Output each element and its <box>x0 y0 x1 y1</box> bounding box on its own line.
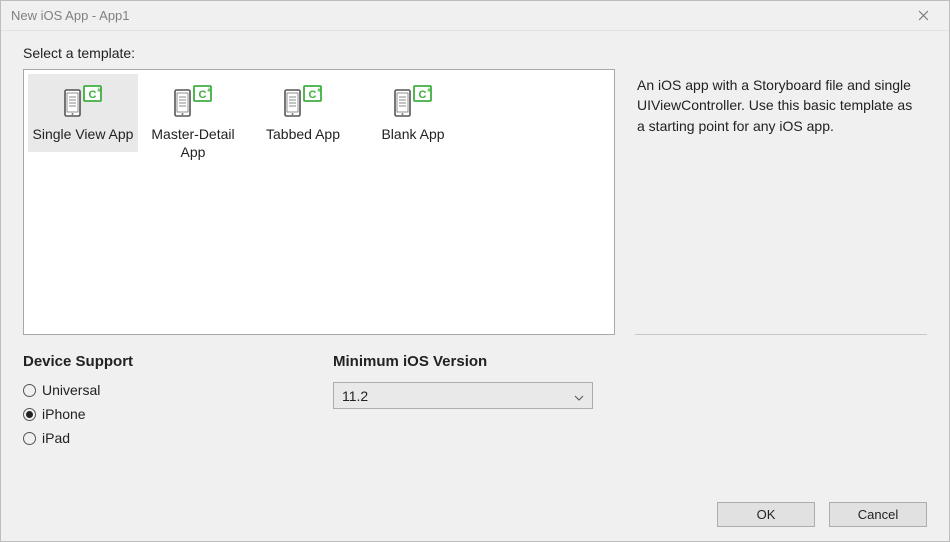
mid-row: C # Single View App C # Master-Detail Ap… <box>23 69 927 335</box>
device-radio-label: Universal <box>42 382 100 398</box>
dialog-body: Select a template: C # Single View App C… <box>1 31 949 492</box>
window-title: New iOS App - App1 <box>11 8 130 23</box>
template-item-tabbed[interactable]: C # Tabbed App <box>248 74 358 152</box>
device-radio-ipad[interactable]: iPad <box>23 426 333 450</box>
close-icon <box>918 10 929 21</box>
device-radio-label: iPhone <box>42 406 86 422</box>
min-ios-value: 11.2 <box>342 388 368 404</box>
ok-button[interactable]: OK <box>717 502 815 527</box>
radio-icon <box>23 432 36 445</box>
svg-text:C: C <box>309 89 317 101</box>
svg-text:C: C <box>199 89 207 101</box>
device-support-group: Device Support Universal iPhone iPad <box>23 353 333 450</box>
template-icon: C # <box>173 84 213 118</box>
device-radio-iphone[interactable]: iPhone <box>23 402 333 426</box>
template-label: Blank App <box>381 126 444 144</box>
device-radio-label: iPad <box>42 430 70 446</box>
template-item-single-view[interactable]: C # Single View App <box>28 74 138 152</box>
close-button[interactable] <box>903 2 943 30</box>
prompt-label: Select a template: <box>23 45 927 61</box>
chevron-down-icon <box>574 388 584 404</box>
ok-button-label: OK <box>757 507 776 522</box>
template-label: Tabbed App <box>266 126 340 144</box>
template-icon: C # <box>283 84 323 118</box>
min-ios-group: Minimum iOS Version 11.2 <box>333 353 593 450</box>
divider <box>635 334 927 335</box>
radio-icon <box>23 408 36 421</box>
min-ios-combobox[interactable]: 11.2 <box>333 382 593 409</box>
svg-text:C: C <box>419 89 427 101</box>
template-list[interactable]: C # Single View App C # Master-Detail Ap… <box>23 69 615 335</box>
template-label: Single View App <box>33 126 134 144</box>
dialog-window: New iOS App - App1 Select a template: C … <box>0 0 950 542</box>
options-row: Device Support Universal iPhone iPad Minim… <box>23 353 927 450</box>
min-ios-heading: Minimum iOS Version <box>333 353 593 370</box>
cancel-button-label: Cancel <box>858 507 898 522</box>
template-description-panel: An iOS app with a Storyboard file and si… <box>635 69 927 335</box>
template-icon: C # <box>393 84 433 118</box>
svg-text:C: C <box>89 89 97 101</box>
template-item-master-detail[interactable]: C # Master-Detail App <box>138 74 248 169</box>
device-radio-universal[interactable]: Universal <box>23 378 333 402</box>
titlebar: New iOS App - App1 <box>1 1 949 31</box>
template-icon: C # <box>63 84 103 118</box>
cancel-button[interactable]: Cancel <box>829 502 927 527</box>
device-support-heading: Device Support <box>23 353 333 370</box>
template-item-blank[interactable]: C # Blank App <box>358 74 468 152</box>
template-label: Master-Detail App <box>142 126 244 161</box>
template-description: An iOS app with a Storyboard file and si… <box>637 77 912 134</box>
radio-icon <box>23 384 36 397</box>
dialog-footer: OK Cancel <box>1 492 949 541</box>
